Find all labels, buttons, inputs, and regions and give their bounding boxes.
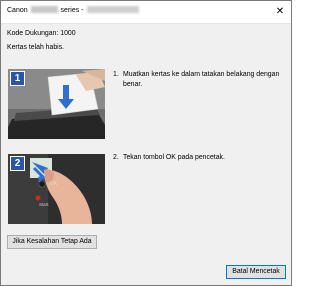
redacted-printer-name	[87, 6, 140, 13]
title-bar: Canon series - ✕	[1, 1, 291, 24]
close-button[interactable]: ✕	[272, 4, 288, 18]
title-prefix: Canon	[7, 7, 28, 14]
support-code-label: Kode Dukungan: 1000	[7, 30, 76, 37]
step2-instruction: 2. Tekan tombol OK pada pencetak.	[113, 154, 283, 161]
step2-number-badge: 2	[10, 156, 25, 171]
redacted-model-name	[30, 6, 58, 13]
close-icon: ✕	[275, 5, 285, 17]
step1-instruction: 1. Muatkan kertas ke dalam tatakan belaka…	[113, 70, 283, 90]
step2-text-line1: Tekan tombol OK pada pencetak.	[123, 154, 225, 161]
step1-index: 1.	[113, 71, 119, 78]
error-dialog: Canon series - ✕ Kode Dukungan: 1000 Ker…	[0, 0, 292, 286]
step1-number-badge: 1	[10, 71, 25, 86]
step2-index: 2.	[113, 154, 119, 161]
ok-button-label: OK	[50, 181, 58, 187]
window-title: Canon series -	[7, 6, 140, 14]
cancel-printing-button[interactable]: Batal Mencetak	[226, 265, 286, 279]
step1-text-line1: Muatkan kertas ke dalam tatakan belakang…	[123, 71, 280, 78]
step1-illustration: 1	[8, 69, 105, 139]
start-button-label: Start	[39, 202, 49, 207]
if-error-persists-button[interactable]: Jika Kesalahan Tetap Ada	[7, 235, 97, 249]
title-suffix: series -	[60, 7, 84, 14]
step2-illustration: 2 OK Start	[8, 154, 105, 224]
error-message: Kertas telah habis.	[7, 44, 65, 51]
step1-text-line2: benar.	[123, 81, 143, 88]
